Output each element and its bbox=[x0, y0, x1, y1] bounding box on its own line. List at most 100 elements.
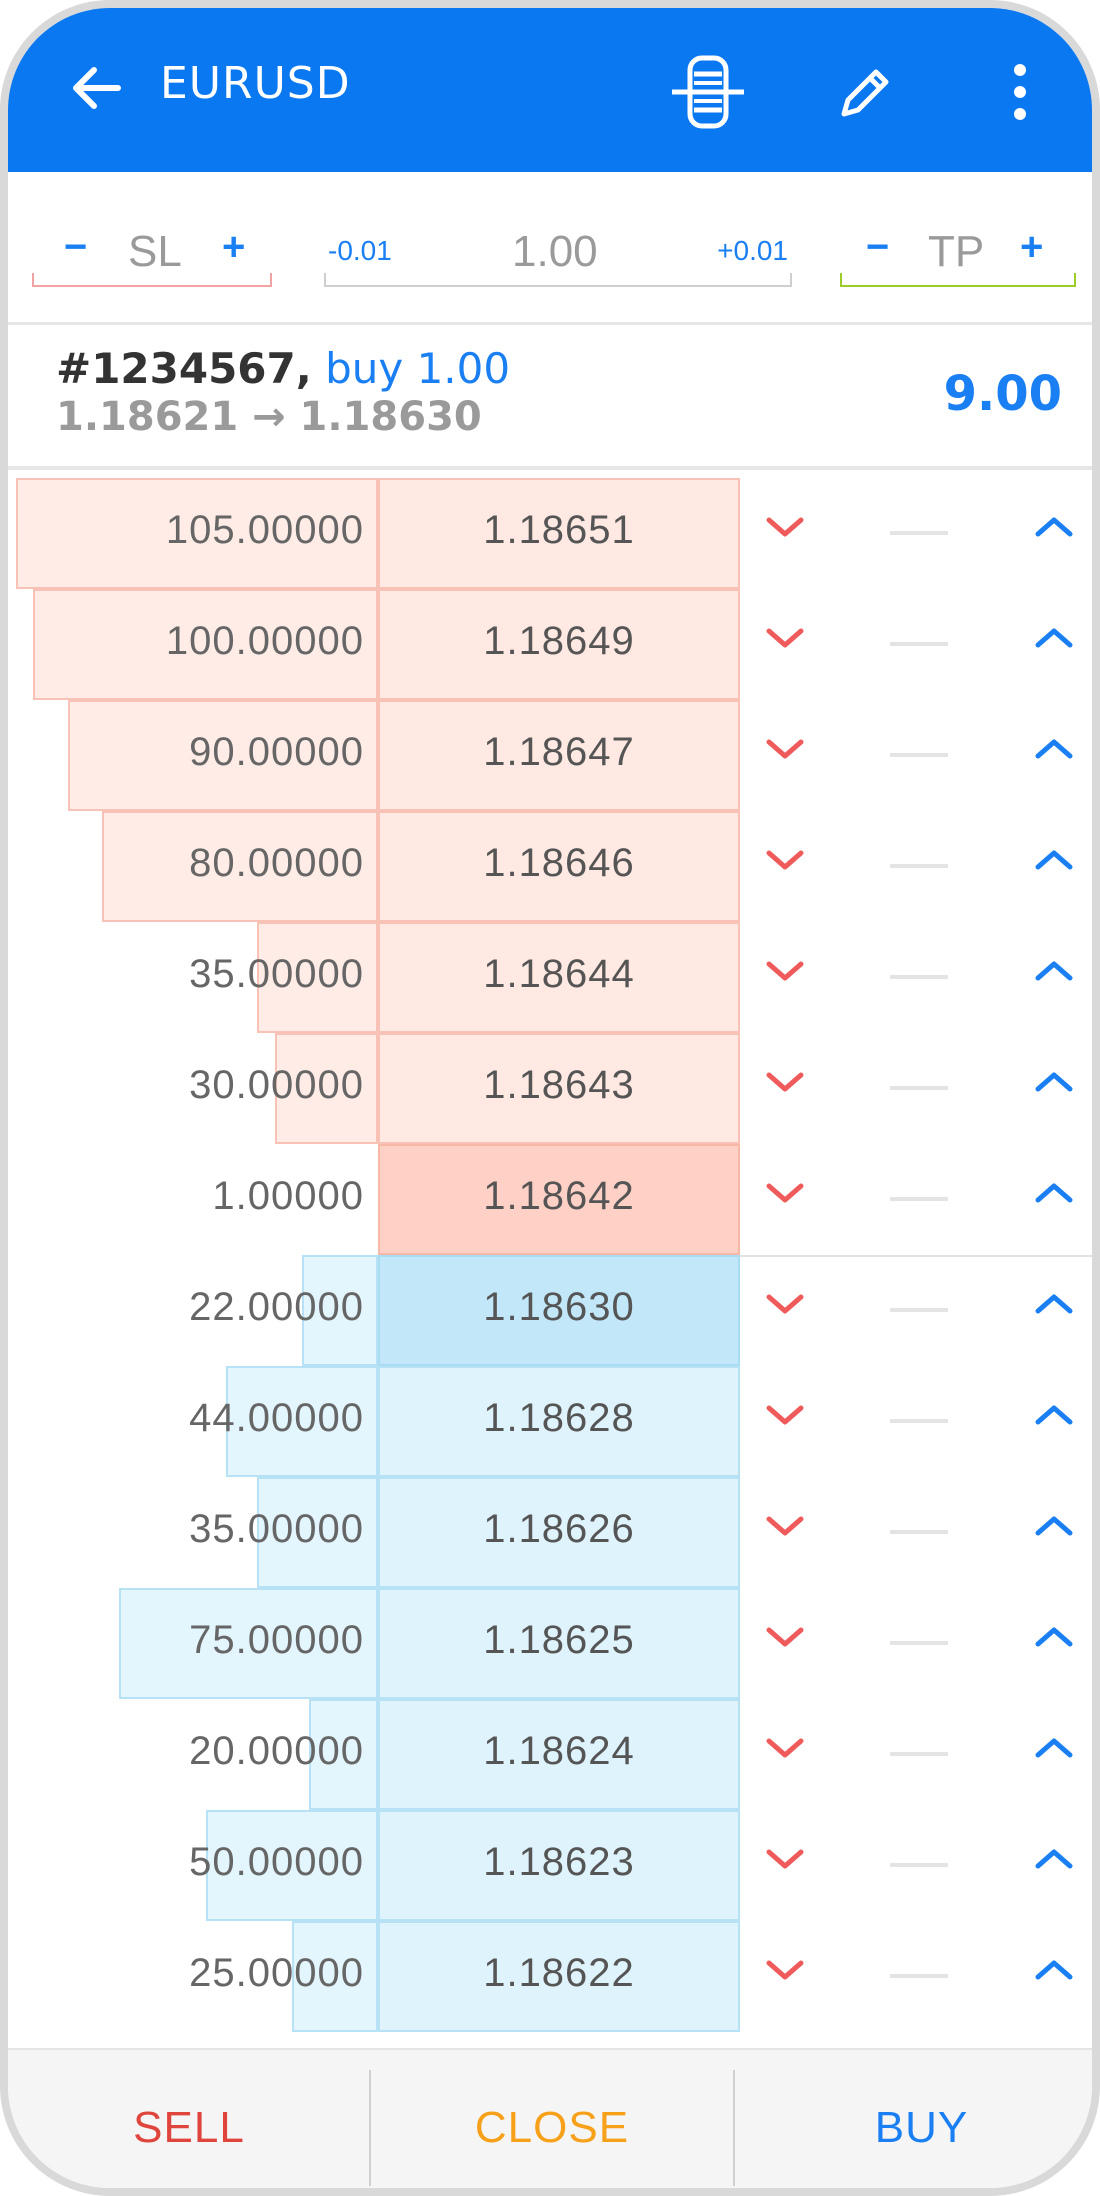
sell-button[interactable]: SELL bbox=[8, 2050, 370, 2188]
buy-limit-chevron-up-icon[interactable] bbox=[1032, 734, 1076, 764]
bid-row[interactable]: 44.00000 1.18628 bbox=[8, 1366, 1092, 1477]
bid-row[interactable]: 25.00000 1.18622 bbox=[8, 1921, 1092, 2032]
ask-row[interactable]: 35.00000 1.18644 bbox=[8, 922, 1092, 1033]
sell-limit-chevron-down-icon[interactable] bbox=[763, 1067, 807, 1097]
ask-row[interactable]: 90.00000 1.18647 bbox=[8, 700, 1092, 811]
price-value: 1.18647 bbox=[483, 730, 635, 774]
buy-limit-chevron-up-icon[interactable] bbox=[1032, 1178, 1076, 1208]
volume-dash bbox=[890, 1530, 948, 1534]
sell-label: SELL bbox=[133, 2103, 245, 2152]
tp-minus-button[interactable]: − bbox=[866, 225, 889, 270]
volume-value: 100.00000 bbox=[165, 619, 364, 663]
buy-limit-chevron-up-icon[interactable] bbox=[1032, 623, 1076, 653]
sl-control: − SL + bbox=[32, 217, 272, 287]
sl-plus-button[interactable]: + bbox=[222, 225, 245, 270]
sell-limit-chevron-down-icon[interactable] bbox=[763, 1178, 807, 1208]
sell-limit-chevron-down-icon[interactable] bbox=[763, 1400, 807, 1430]
edit-button[interactable] bbox=[826, 52, 906, 132]
sell-limit-chevron-down-icon[interactable] bbox=[763, 956, 807, 986]
price-value: 1.18646 bbox=[483, 841, 635, 885]
sell-limit-chevron-down-icon[interactable] bbox=[763, 623, 807, 653]
position-info[interactable]: #1234567, buy 1.00 1.18621 → 1.18630 9.0… bbox=[8, 324, 1092, 466]
sell-limit-chevron-down-icon[interactable] bbox=[763, 1511, 807, 1541]
price-value: 1.18624 bbox=[483, 1729, 635, 1773]
sell-limit-chevron-down-icon[interactable] bbox=[763, 734, 807, 764]
volume-value: 80.00000 bbox=[189, 841, 364, 885]
position-ticket: #1234567, bbox=[56, 344, 312, 393]
volume-value[interactable]: 1.00 bbox=[512, 227, 598, 277]
close-button[interactable]: CLOSE bbox=[371, 2050, 733, 2188]
more-vert-icon bbox=[1014, 64, 1026, 120]
buy-limit-chevron-up-icon[interactable] bbox=[1032, 1844, 1076, 1874]
volume-increase-button[interactable]: +0.01 bbox=[717, 235, 788, 267]
volume-underline bbox=[324, 273, 792, 287]
price-value: 1.18649 bbox=[483, 619, 635, 663]
sl-minus-button[interactable]: − bbox=[64, 225, 87, 270]
price-value: 1.18644 bbox=[483, 952, 635, 996]
volume-value: 1.00000 bbox=[212, 1174, 364, 1218]
sell-limit-chevron-down-icon[interactable] bbox=[763, 1844, 807, 1874]
bid-row[interactable]: 35.00000 1.18626 bbox=[8, 1477, 1092, 1588]
ask-row[interactable]: 100.00000 1.18649 bbox=[8, 589, 1092, 700]
volume-dash bbox=[890, 1197, 948, 1201]
position-header: #1234567, buy 1.00 bbox=[56, 344, 510, 393]
volume-value: 20.00000 bbox=[189, 1729, 364, 1773]
volume-value: 105.00000 bbox=[165, 508, 364, 552]
volume-dash bbox=[890, 1752, 948, 1756]
depth-of-market-button[interactable] bbox=[668, 52, 748, 132]
divider bbox=[8, 466, 1092, 470]
position-prices: 1.18621 → 1.18630 bbox=[56, 394, 482, 440]
buy-limit-chevron-up-icon[interactable] bbox=[1032, 1622, 1076, 1652]
bid-row[interactable]: 22.00000 1.18630 bbox=[8, 1255, 1092, 1366]
sl-label[interactable]: SL bbox=[128, 227, 182, 277]
volume-value: 50.00000 bbox=[189, 1840, 364, 1884]
tp-label[interactable]: TP bbox=[928, 227, 984, 277]
ask-row[interactable]: 80.00000 1.18646 bbox=[8, 811, 1092, 922]
ask-row[interactable]: 30.00000 1.18643 bbox=[8, 1033, 1092, 1144]
buy-limit-chevron-up-icon[interactable] bbox=[1032, 512, 1076, 542]
more-menu-button[interactable] bbox=[980, 52, 1060, 132]
volume-value: 75.00000 bbox=[189, 1618, 364, 1662]
buy-limit-chevron-up-icon[interactable] bbox=[1032, 845, 1076, 875]
volume-value: 25.00000 bbox=[189, 1951, 364, 1995]
volume-value: 44.00000 bbox=[189, 1396, 364, 1440]
buy-button[interactable]: BUY bbox=[735, 2050, 1092, 2188]
depth-of-market-icon bbox=[672, 55, 744, 129]
buy-limit-chevron-up-icon[interactable] bbox=[1032, 1733, 1076, 1763]
price-value: 1.18626 bbox=[483, 1507, 635, 1551]
back-arrow-icon[interactable] bbox=[68, 60, 124, 116]
bid-row[interactable]: 20.00000 1.18624 bbox=[8, 1699, 1092, 1810]
bid-row[interactable]: 50.00000 1.18623 bbox=[8, 1810, 1092, 1921]
sell-limit-chevron-down-icon[interactable] bbox=[763, 512, 807, 542]
volume-value: 35.00000 bbox=[189, 1507, 364, 1551]
buy-limit-chevron-up-icon[interactable] bbox=[1032, 1067, 1076, 1097]
ask-row[interactable]: 105.00000 1.18651 bbox=[8, 478, 1092, 589]
sell-limit-chevron-down-icon[interactable] bbox=[763, 1622, 807, 1652]
close-label: CLOSE bbox=[474, 2103, 630, 2152]
ask-row[interactable]: 1.00000 1.18642 bbox=[8, 1144, 1092, 1255]
tp-plus-button[interactable]: + bbox=[1020, 225, 1043, 270]
buy-limit-chevron-up-icon[interactable] bbox=[1032, 1955, 1076, 1985]
buy-label: BUY bbox=[874, 2103, 969, 2152]
sell-limit-chevron-down-icon[interactable] bbox=[763, 1289, 807, 1319]
sell-limit-chevron-down-icon[interactable] bbox=[763, 1955, 807, 1985]
volume-decrease-button[interactable]: -0.01 bbox=[328, 235, 392, 267]
tp-control: − TP + bbox=[840, 217, 1076, 287]
symbol-title: EURUSD bbox=[160, 58, 351, 109]
phone-frame: EURUSD − SL + -0.01 1.00 +0.01 − TP + #1… bbox=[0, 0, 1100, 2196]
buy-limit-chevron-up-icon[interactable] bbox=[1032, 1511, 1076, 1541]
sell-limit-chevron-down-icon[interactable] bbox=[763, 1733, 807, 1763]
bid-row[interactable]: 75.00000 1.18625 bbox=[8, 1588, 1092, 1699]
volume-dash bbox=[890, 1086, 948, 1090]
volume-dash bbox=[890, 1419, 948, 1423]
price-value: 1.18642 bbox=[483, 1174, 635, 1218]
app-bar: EURUSD bbox=[8, 8, 1092, 172]
volume-dash bbox=[890, 531, 948, 535]
buy-limit-chevron-up-icon[interactable] bbox=[1032, 956, 1076, 986]
buy-limit-chevron-up-icon[interactable] bbox=[1032, 1400, 1076, 1430]
buy-limit-chevron-up-icon[interactable] bbox=[1032, 1289, 1076, 1319]
sell-limit-chevron-down-icon[interactable] bbox=[763, 845, 807, 875]
position-side: buy 1.00 bbox=[325, 344, 511, 393]
volume-value: 22.00000 bbox=[189, 1285, 364, 1329]
price-value: 1.18643 bbox=[483, 1063, 635, 1107]
